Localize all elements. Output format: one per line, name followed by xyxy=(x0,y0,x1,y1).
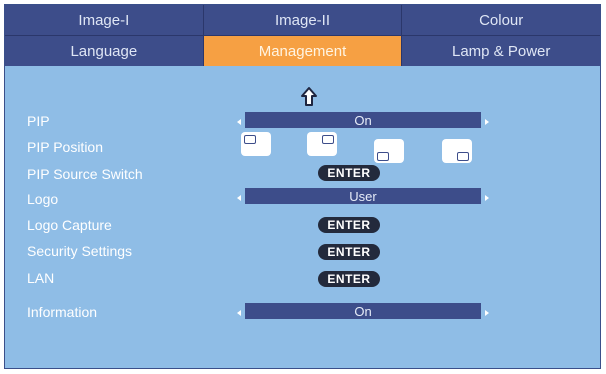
tab-colour[interactable]: Colour xyxy=(402,5,600,35)
logo-capture-label: Logo Capture xyxy=(27,217,112,233)
left-arrow-icon[interactable] xyxy=(237,310,241,316)
tab-management[interactable]: Management xyxy=(203,36,403,66)
tab-row-bottom: Language Management Lamp & Power xyxy=(5,36,600,66)
pip-position-label: PIP Position xyxy=(27,139,104,155)
tab-row-top: Image-I Image-II Colour xyxy=(5,5,600,35)
left-arrow-icon[interactable] xyxy=(237,119,241,125)
logo-label: Logo xyxy=(27,191,59,207)
information-value[interactable]: On xyxy=(245,303,481,319)
pip-position-bottom-left-icon[interactable] xyxy=(374,139,404,163)
lan-enter-button[interactable]: ENTER xyxy=(318,271,380,287)
lan-label: LAN xyxy=(27,270,55,286)
pip-source-switch-label: PIP Source Switch xyxy=(27,166,143,182)
tab-image-ii[interactable]: Image-II xyxy=(203,5,403,35)
logo-capture-enter-button[interactable]: ENTER xyxy=(318,217,380,233)
security-settings-enter-button[interactable]: ENTER xyxy=(318,244,380,260)
pip-label: PIP xyxy=(27,113,50,129)
up-arrow-icon[interactable] xyxy=(297,85,321,109)
pip-source-switch-enter-button[interactable]: ENTER xyxy=(318,165,380,181)
tab-lamp-power[interactable]: Lamp & Power xyxy=(402,36,600,66)
pip-value[interactable]: On xyxy=(245,112,481,128)
tab-language[interactable]: Language xyxy=(5,36,204,66)
right-arrow-icon[interactable] xyxy=(485,195,489,201)
security-settings-label: Security Settings xyxy=(27,243,133,259)
tab-image-i[interactable]: Image-I xyxy=(5,5,204,35)
pip-position-bottom-right-icon[interactable] xyxy=(442,139,472,163)
right-arrow-icon[interactable] xyxy=(485,310,489,316)
left-arrow-icon[interactable] xyxy=(237,195,241,201)
pip-position-top-left-icon[interactable] xyxy=(241,132,271,156)
osd-menu-panel: Image-I Image-II Colour Language Managem… xyxy=(4,4,601,369)
pip-position-top-right-icon[interactable] xyxy=(307,132,337,156)
right-arrow-icon[interactable] xyxy=(485,119,489,125)
information-label: Information xyxy=(27,304,98,320)
logo-value[interactable]: User xyxy=(245,188,481,204)
